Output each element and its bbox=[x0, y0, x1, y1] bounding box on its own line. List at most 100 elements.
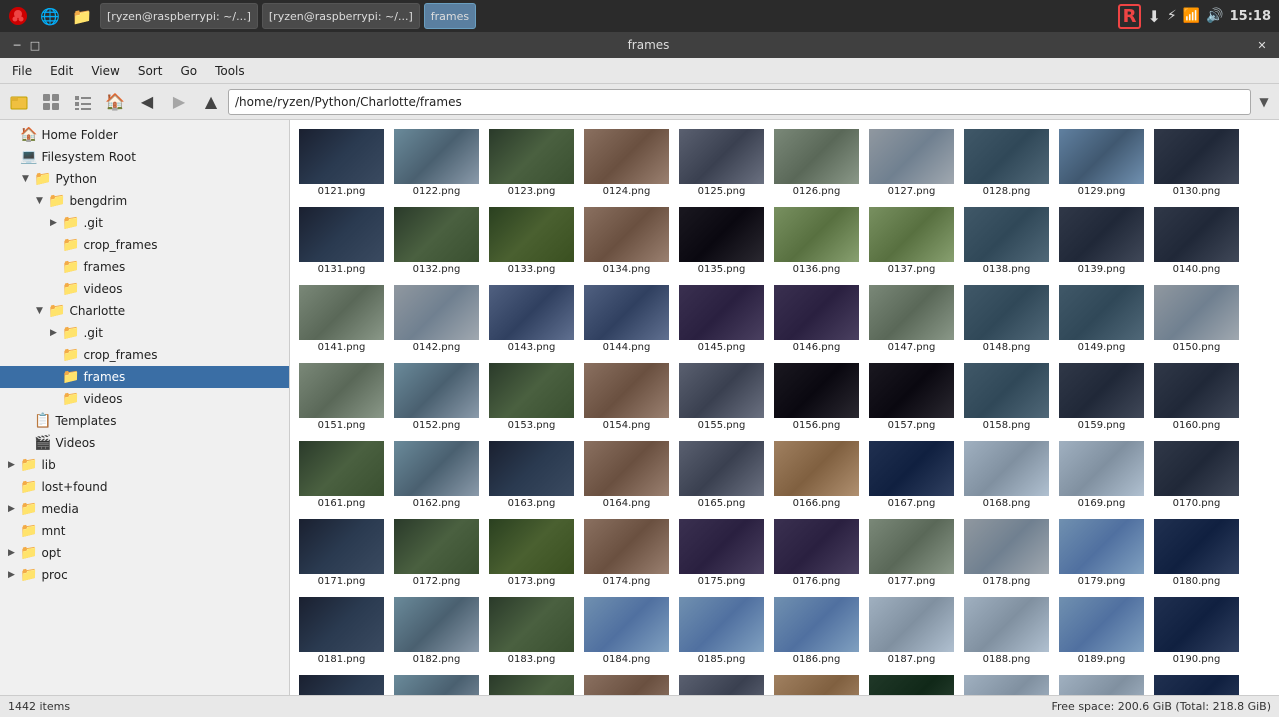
file-item[interactable]: 0171.png bbox=[294, 514, 389, 592]
menu-file[interactable]: File bbox=[4, 62, 40, 80]
file-item[interactable]: 0188.png bbox=[959, 592, 1054, 670]
menu-edit[interactable]: Edit bbox=[42, 62, 81, 80]
volume-icon[interactable]: 🔊 bbox=[1206, 8, 1223, 24]
download-icon[interactable]: ⬇ bbox=[1147, 7, 1160, 26]
file-item[interactable]: 0124.png bbox=[579, 124, 674, 202]
file-item[interactable]: 0141.png bbox=[294, 280, 389, 358]
sidebar-item-lib[interactable]: ▶📁lib bbox=[0, 454, 289, 476]
file-item[interactable]: 0174.png bbox=[579, 514, 674, 592]
forward-button[interactable]: ▶ bbox=[164, 88, 194, 116]
file-item[interactable]: 0144.png bbox=[579, 280, 674, 358]
sidebar-item-mnt[interactable]: 📁mnt bbox=[0, 520, 289, 542]
menu-tools[interactable]: Tools bbox=[207, 62, 253, 80]
file-item[interactable]: 0146.png bbox=[769, 280, 864, 358]
sidebar-item-proc[interactable]: ▶📁proc bbox=[0, 564, 289, 586]
sidebar-item-python[interactable]: ▼📁Python bbox=[0, 168, 289, 190]
file-item[interactable]: 0191.png bbox=[294, 670, 389, 695]
r-icon[interactable]: R bbox=[1118, 4, 1142, 29]
browser-icon[interactable]: 🌐 bbox=[36, 2, 64, 30]
sidebar-item-videos[interactable]: 📁videos bbox=[0, 388, 289, 410]
file-item[interactable]: 0196.png bbox=[769, 670, 864, 695]
file-item[interactable]: 0168.png bbox=[959, 436, 1054, 514]
sidebar-item-charlotte[interactable]: ▼📁Charlotte bbox=[0, 300, 289, 322]
icon-view-button[interactable] bbox=[36, 88, 66, 116]
address-dropdown[interactable]: ▼ bbox=[1253, 89, 1275, 115]
sidebar-item-filesystem-root[interactable]: 💻Filesystem Root bbox=[0, 146, 289, 168]
file-item[interactable]: 0164.png bbox=[579, 436, 674, 514]
maximize-button[interactable]: □ bbox=[26, 36, 44, 54]
frames-button[interactable]: frames bbox=[424, 3, 476, 29]
back-button[interactable]: ◀ bbox=[132, 88, 162, 116]
file-item[interactable]: 0123.png bbox=[484, 124, 579, 202]
sidebar-item-frames[interactable]: 📁frames bbox=[0, 256, 289, 278]
file-item[interactable]: 0153.png bbox=[484, 358, 579, 436]
sidebar-item-crop-frames[interactable]: 📁crop_frames bbox=[0, 344, 289, 366]
file-item[interactable]: 0184.png bbox=[579, 592, 674, 670]
file-item[interactable]: 0163.png bbox=[484, 436, 579, 514]
folder-icon[interactable]: 📁 bbox=[68, 2, 96, 30]
file-item[interactable]: 0177.png bbox=[864, 514, 959, 592]
file-item[interactable]: 0149.png bbox=[1054, 280, 1149, 358]
menu-view[interactable]: View bbox=[83, 62, 127, 80]
file-item[interactable]: 0145.png bbox=[674, 280, 769, 358]
sidebar-item-crop-frames[interactable]: 📁crop_frames bbox=[0, 234, 289, 256]
file-item[interactable]: 0128.png bbox=[959, 124, 1054, 202]
file-item[interactable]: 0172.png bbox=[389, 514, 484, 592]
sidebar-item--git[interactable]: ▶📁.git bbox=[0, 212, 289, 234]
file-item[interactable]: 0136.png bbox=[769, 202, 864, 280]
close-button[interactable]: ✕ bbox=[1253, 36, 1271, 54]
sidebar-item--git[interactable]: ▶📁.git bbox=[0, 322, 289, 344]
terminal2-button[interactable]: [ryzen@raspberrypi: ~/...] bbox=[262, 3, 420, 29]
file-item[interactable]: 0190.png bbox=[1149, 592, 1244, 670]
file-item[interactable]: 0157.png bbox=[864, 358, 959, 436]
up-button[interactable]: ▲ bbox=[196, 88, 226, 116]
menu-sort[interactable]: Sort bbox=[130, 62, 171, 80]
list-view-button[interactable] bbox=[68, 88, 98, 116]
file-item[interactable]: 0166.png bbox=[769, 436, 864, 514]
file-grid[interactable]: 0121.png0122.png0123.png0124.png0125.png… bbox=[290, 120, 1279, 695]
file-item[interactable]: 0148.png bbox=[959, 280, 1054, 358]
file-item[interactable]: 0182.png bbox=[389, 592, 484, 670]
file-item[interactable]: 0170.png bbox=[1149, 436, 1244, 514]
file-item[interactable]: 0158.png bbox=[959, 358, 1054, 436]
menu-go[interactable]: Go bbox=[172, 62, 205, 80]
file-item[interactable]: 0152.png bbox=[389, 358, 484, 436]
file-item[interactable]: 0155.png bbox=[674, 358, 769, 436]
file-item[interactable]: 0197.png bbox=[864, 670, 959, 695]
file-item[interactable]: 0121.png bbox=[294, 124, 389, 202]
file-item[interactable]: 0193.png bbox=[484, 670, 579, 695]
file-item[interactable]: 0129.png bbox=[1054, 124, 1149, 202]
file-item[interactable]: 0126.png bbox=[769, 124, 864, 202]
address-bar[interactable]: /home/ryzen/Python/Charlotte/frames bbox=[228, 89, 1251, 115]
file-item[interactable]: 0133.png bbox=[484, 202, 579, 280]
file-item[interactable]: 0150.png bbox=[1149, 280, 1244, 358]
sidebar-item-frames[interactable]: 📁frames bbox=[0, 366, 289, 388]
file-item[interactable]: 0186.png bbox=[769, 592, 864, 670]
file-item[interactable]: 0132.png bbox=[389, 202, 484, 280]
file-item[interactable]: 0154.png bbox=[579, 358, 674, 436]
bluetooth-icon[interactable]: ⚡ bbox=[1167, 8, 1177, 24]
file-item[interactable]: 0187.png bbox=[864, 592, 959, 670]
file-item[interactable]: 0127.png bbox=[864, 124, 959, 202]
file-item[interactable]: 0159.png bbox=[1054, 358, 1149, 436]
sidebar-item-bengdrim[interactable]: ▼📁bengdrim bbox=[0, 190, 289, 212]
file-item[interactable]: 0140.png bbox=[1149, 202, 1244, 280]
file-item[interactable]: 0160.png bbox=[1149, 358, 1244, 436]
file-item[interactable]: 0142.png bbox=[389, 280, 484, 358]
file-item[interactable]: 0179.png bbox=[1054, 514, 1149, 592]
home-button[interactable]: 🏠 bbox=[100, 88, 130, 116]
file-item[interactable]: 0192.png bbox=[389, 670, 484, 695]
terminal1-button[interactable]: [ryzen@raspberrypi: ~/...] bbox=[100, 3, 258, 29]
file-item[interactable]: 0183.png bbox=[484, 592, 579, 670]
sidebar-item-videos[interactable]: 🎬Videos bbox=[0, 432, 289, 454]
file-item[interactable]: 0147.png bbox=[864, 280, 959, 358]
file-item[interactable]: 0167.png bbox=[864, 436, 959, 514]
new-folder-button[interactable] bbox=[4, 88, 34, 116]
file-item[interactable]: 0173.png bbox=[484, 514, 579, 592]
file-item[interactable]: 0165.png bbox=[674, 436, 769, 514]
file-item[interactable]: 0185.png bbox=[674, 592, 769, 670]
sidebar-item-templates[interactable]: 📋Templates bbox=[0, 410, 289, 432]
file-item[interactable]: 0138.png bbox=[959, 202, 1054, 280]
file-item[interactable]: 0139.png bbox=[1054, 202, 1149, 280]
file-item[interactable]: 0180.png bbox=[1149, 514, 1244, 592]
